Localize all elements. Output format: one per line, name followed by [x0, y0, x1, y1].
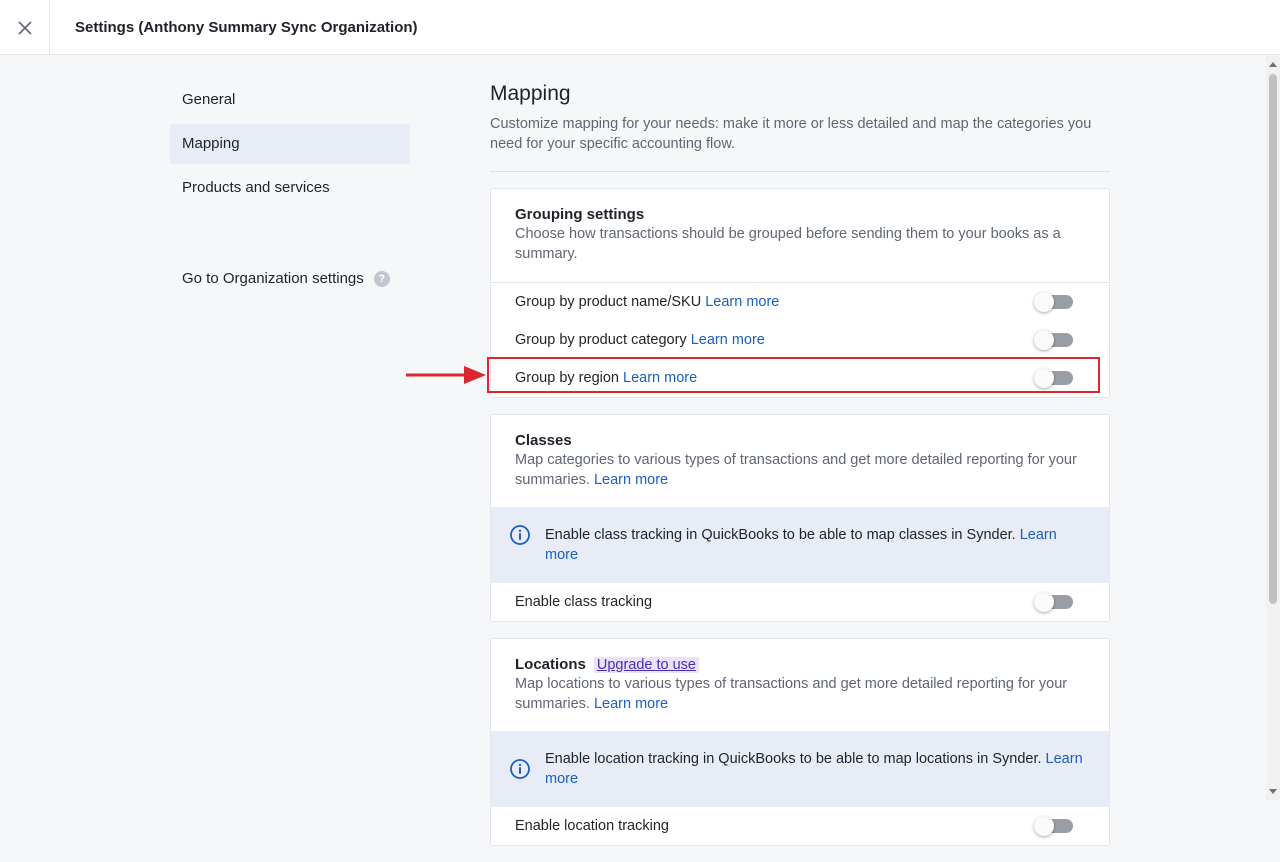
class-tracking-row: Enable class tracking: [491, 583, 1109, 621]
grouping-settings-subtitle: Choose how transactions should be groupe…: [515, 226, 1061, 262]
vertical-scrollbar[interactable]: [1266, 56, 1280, 800]
classes-info-text: Enable class tracking in QuickBooks to b…: [545, 527, 1016, 543]
group-by-region-toggle[interactable]: [1034, 368, 1073, 388]
locations-card: Locations Upgrade to use Map locations t…: [490, 638, 1110, 846]
toggle-knob: [1034, 816, 1054, 836]
main-content: Mapping Customize mapping for your needs…: [490, 80, 1110, 862]
window-title: Settings (Anthony Summary Sync Organizat…: [75, 19, 418, 36]
classes-learn-more-link[interactable]: Learn more: [594, 472, 668, 488]
locations-learn-more-link[interactable]: Learn more: [594, 696, 668, 712]
group-by-category-row: Group by product category Learn more: [491, 321, 1109, 359]
location-tracking-row: Enable location tracking: [491, 807, 1109, 845]
locations-subtitle: Map locations to various types of transa…: [515, 674, 1085, 714]
scroll-thumb[interactable]: [1269, 74, 1277, 604]
info-icon: [510, 759, 530, 779]
class-tracking-label: Enable class tracking: [515, 594, 653, 610]
group-by-product-label: Group by product name/SKU: [515, 294, 702, 310]
group-by-category-toggle[interactable]: [1034, 330, 1073, 350]
toggle-knob: [1034, 368, 1054, 388]
toggle-knob: [1034, 592, 1054, 612]
scroll-down-icon[interactable]: [1269, 789, 1277, 794]
classes-info-box: Enable class tracking in QuickBooks to b…: [491, 507, 1109, 583]
group-by-region-label: Group by region: [515, 370, 619, 386]
close-icon: [17, 20, 32, 35]
classes-title: Classes: [515, 432, 572, 449]
top-bar: Settings (Anthony Summary Sync Organizat…: [0, 0, 1280, 55]
sidebar-item-mapping[interactable]: Mapping: [170, 124, 410, 164]
page-description: Customize mapping for your needs: make i…: [490, 116, 1092, 152]
toggle-knob: [1034, 330, 1054, 350]
locations-info-text: Enable location tracking in QuickBooks t…: [545, 751, 1042, 767]
grouping-settings-title: Grouping settings: [515, 206, 645, 223]
class-tracking-toggle[interactable]: [1034, 592, 1073, 612]
divider: [490, 171, 1110, 172]
group-by-product-learn-more-link[interactable]: Learn more: [705, 294, 779, 310]
sidebar-item-general[interactable]: General: [170, 80, 410, 120]
group-by-category-label: Group by product category: [515, 332, 687, 348]
help-icon[interactable]: ?: [373, 270, 390, 287]
locations-info-box: Enable location tracking in QuickBooks t…: [491, 731, 1109, 807]
info-icon: [510, 525, 530, 545]
close-button[interactable]: [0, 0, 50, 55]
group-by-region-learn-more-link[interactable]: Learn more: [623, 370, 697, 386]
sidebar-item-products-and-services[interactable]: Products and services: [170, 168, 410, 208]
sidebar: General Mapping Products and services: [170, 80, 410, 212]
location-tracking-toggle[interactable]: [1034, 816, 1073, 836]
page-title: Mapping: [490, 82, 571, 105]
organization-settings-link[interactable]: Go to Organization settings ?: [182, 270, 390, 287]
group-by-category-learn-more-link[interactable]: Learn more: [691, 332, 765, 348]
arrow-right-icon: [406, 366, 486, 384]
classes-subtitle: Map categories to various types of trans…: [515, 450, 1085, 490]
grouping-settings-card: Grouping settings Choose how transaction…: [490, 188, 1110, 398]
classes-card: Classes Map categories to various types …: [490, 414, 1110, 622]
scroll-up-icon[interactable]: [1269, 62, 1277, 67]
group-by-product-toggle[interactable]: [1034, 292, 1073, 312]
group-by-product-row: Group by product name/SKU Learn more: [491, 283, 1109, 321]
group-by-region-row: Group by region Learn more: [491, 359, 1109, 397]
upgrade-to-use-badge[interactable]: Upgrade to use: [593, 656, 699, 673]
toggle-knob: [1034, 292, 1054, 312]
location-tracking-label: Enable location tracking: [515, 818, 669, 834]
organization-settings-label: Go to Organization settings: [182, 270, 364, 287]
locations-title-row: Locations Upgrade to use: [515, 656, 1085, 673]
locations-title: Locations: [515, 656, 586, 673]
